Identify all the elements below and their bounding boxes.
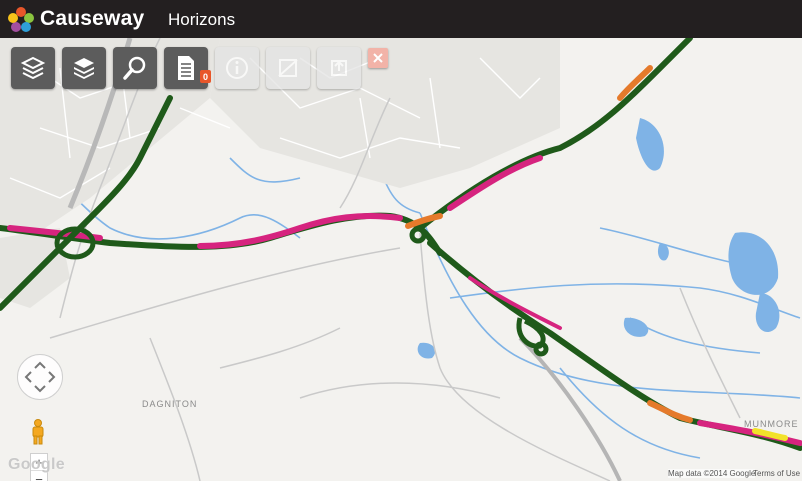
map-view[interactable]: DAGNITON MUNMORE + −: [0, 38, 802, 481]
close-button[interactable]: [368, 48, 388, 68]
info-button[interactable]: [215, 47, 259, 89]
google-logo: Google: [8, 456, 65, 473]
info-icon: [226, 57, 248, 79]
place-label-munmore: MUNMORE: [744, 419, 799, 429]
export-button[interactable]: [317, 47, 361, 89]
document-icon: [178, 56, 194, 80]
document-count-badge: 0: [200, 70, 211, 83]
search-icon: [123, 56, 146, 80]
top-bar: Causeway Horizons: [0, 0, 802, 38]
pan-control[interactable]: [17, 354, 63, 400]
causeway-logo-icon: [8, 7, 34, 32]
close-icon: [373, 53, 383, 63]
map-canvas[interactable]: [0, 38, 802, 481]
export-icon: [331, 60, 347, 76]
measure-button[interactable]: [266, 47, 310, 89]
map-attribution: Map data ©2014 Google: [668, 469, 756, 478]
measure-icon: [278, 59, 298, 77]
layers-button[interactable]: [11, 47, 55, 89]
terms-of-use-link[interactable]: Terms of Use: [753, 469, 800, 478]
pan-arrows-icon: [24, 361, 56, 393]
brand-subtitle: Horizons: [168, 10, 236, 29]
document-button[interactable]: 0: [164, 47, 211, 89]
search-button[interactable]: [113, 47, 157, 89]
layers-stack-icon: [74, 58, 94, 79]
place-label-dagniton: DAGNITON: [142, 399, 198, 409]
street-view-pegman-icon[interactable]: [31, 419, 45, 445]
brand-name: Causeway: [40, 7, 145, 30]
layers-stack-button[interactable]: [62, 47, 106, 89]
layers-icon: [20, 56, 46, 80]
